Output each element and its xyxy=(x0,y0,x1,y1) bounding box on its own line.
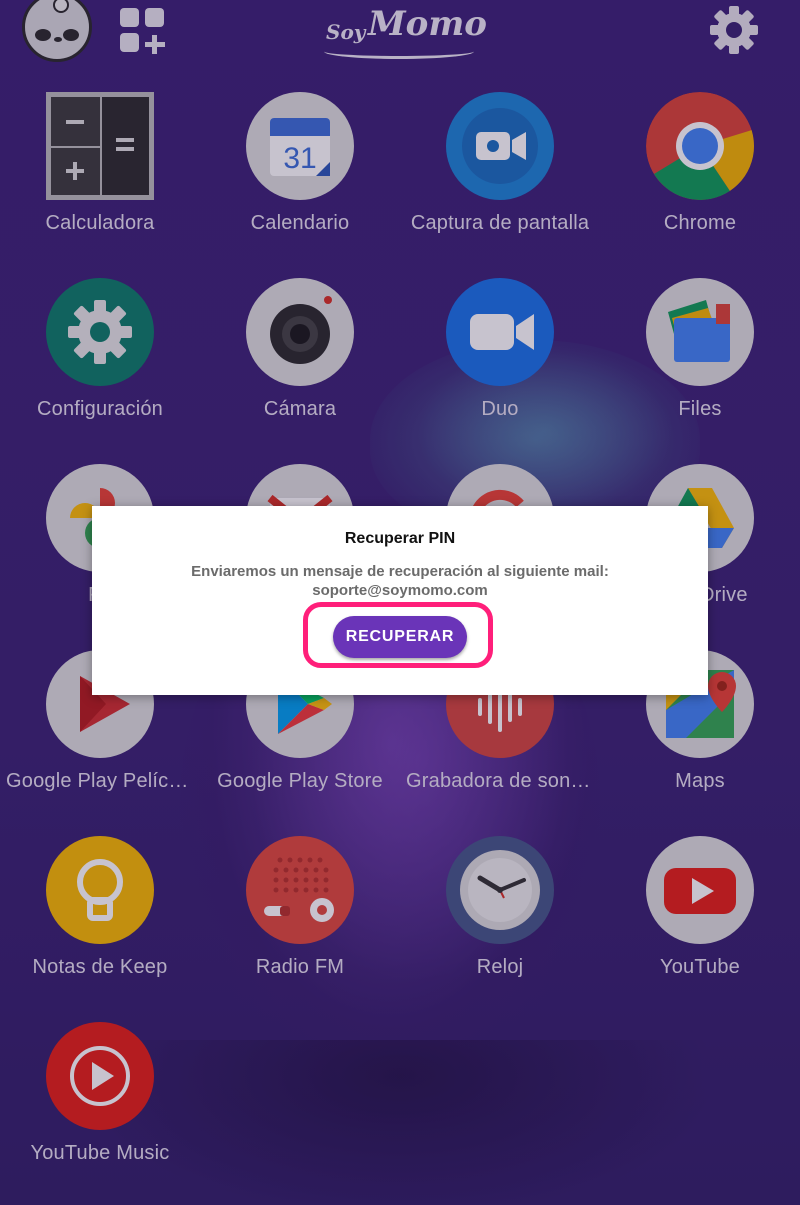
dialog-message: Enviaremos un mensaje de recuperación al… xyxy=(92,562,708,600)
dialog-message-line: Enviaremos un mensaje de recuperación al… xyxy=(191,563,609,580)
dialog-email: soporte@soymomo.com xyxy=(312,582,488,599)
dialog-title: Recuperar PIN xyxy=(344,530,456,547)
home-screen: Soy Momo Calculadora 31 Calendario Captu… xyxy=(0,0,800,1205)
recover-pin-dialog: Recuperar PIN Enviaremos un mensaje de r… xyxy=(92,506,708,695)
recover-button[interactable]: RECUPERAR xyxy=(333,616,467,658)
